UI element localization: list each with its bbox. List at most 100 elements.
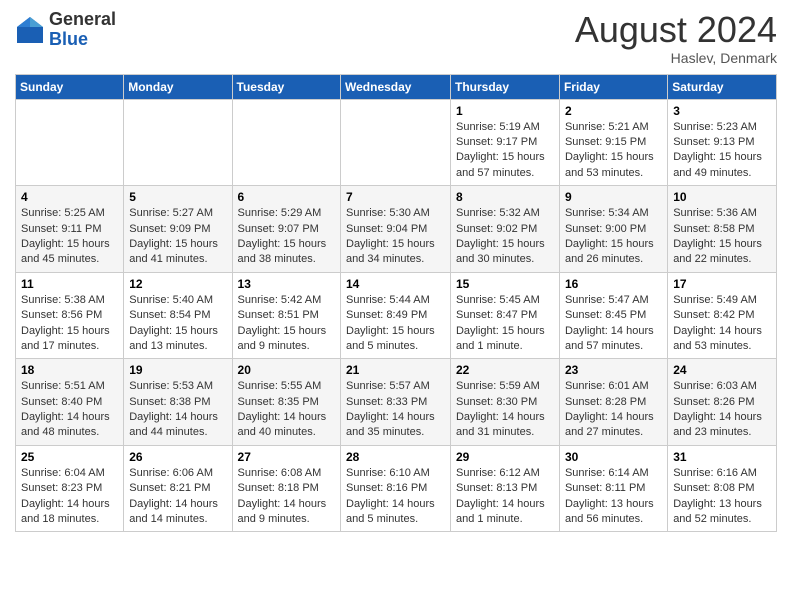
day-number: 27 [238, 450, 335, 464]
weekday-header-monday: Monday [124, 74, 232, 99]
day-info: Sunrise: 5:25 AM Sunset: 9:11 PM Dayligh… [21, 206, 118, 268]
day-info: Sunrise: 6:10 AM Sunset: 8:16 PM Dayligh… [346, 466, 445, 528]
day-number: 17 [673, 277, 771, 291]
weekday-header-sunday: Sunday [16, 74, 124, 99]
day-number: 4 [21, 190, 118, 204]
day-cell: 7Sunrise: 5:30 AM Sunset: 9:04 PM Daylig… [341, 186, 451, 273]
day-number: 9 [565, 190, 662, 204]
day-info: Sunrise: 5:53 AM Sunset: 8:38 PM Dayligh… [129, 379, 226, 441]
day-number: 19 [129, 363, 226, 377]
weekday-header-friday: Friday [559, 74, 667, 99]
logo: General Blue [15, 10, 116, 50]
week-row-4: 18 Sunrise: 5:51 AM Sunset: 8:40 PM Dayli… [16, 359, 777, 446]
day-info: Sunrise: 5:40 AM Sunset: 8:54 PM Dayligh… [129, 293, 226, 355]
day-cell: 8 Sunrise: 5:32 AM Sunset: 9:02 PM Daylig… [450, 186, 559, 273]
day-info: Sunrise: 5:30 AM Sunset: 9:04 PM Dayligh… [346, 206, 445, 268]
day-info: Sunrise: 5:36 AM Sunset: 8:58 PM Dayligh… [673, 206, 771, 268]
logo-general: General [49, 9, 116, 29]
day-cell: 9Sunrise: 5:34 AM Sunset: 9:00 PM Daylig… [559, 186, 667, 273]
weekday-header-tuesday: Tuesday [232, 74, 340, 99]
day-cell: 29Sunrise: 6:12 AM Sunset: 8:13 PM Dayli… [450, 445, 559, 532]
day-info: Sunrise: 5:55 AM Sunset: 8:35 PM Dayligh… [238, 379, 335, 441]
day-number: 31 [673, 450, 771, 464]
day-cell: 27 Sunrise: 6:08 AM Sunset: 8:18 PM Dayli… [232, 445, 340, 532]
day-number: 25 [21, 450, 118, 464]
location-subtitle: Haslev, Denmark [575, 50, 777, 66]
day-number: 15 [456, 277, 554, 291]
week-row-2: 4 Sunrise: 5:25 AM Sunset: 9:11 PM Daylig… [16, 186, 777, 273]
day-number: 11 [21, 277, 118, 291]
day-number: 10 [673, 190, 771, 204]
day-number: 13 [238, 277, 335, 291]
day-cell: 15 Sunrise: 5:45 AM Sunset: 8:47 PM Dayli… [450, 272, 559, 359]
day-cell: 31 Sunrise: 6:16 AM Sunset: 8:08 PM Dayli… [668, 445, 777, 532]
day-cell: 12Sunrise: 5:40 AM Sunset: 8:54 PM Dayli… [124, 272, 232, 359]
day-number: 14 [346, 277, 445, 291]
day-info: Sunrise: 5:57 AM Sunset: 8:33 PM Dayligh… [346, 379, 445, 441]
day-cell: 25 Sunrise: 6:04 AM Sunset: 8:23 PM Dayli… [16, 445, 124, 532]
month-title: August 2024 [575, 10, 777, 50]
day-info: Sunrise: 6:08 AM Sunset: 8:18 PM Dayligh… [238, 466, 335, 528]
day-cell: 2Sunrise: 5:21 AM Sunset: 9:15 PM Daylig… [559, 99, 667, 186]
day-number: 3 [673, 104, 771, 118]
logo-text: General Blue [49, 10, 116, 50]
day-number: 6 [238, 190, 335, 204]
day-cell: 16 Sunrise: 5:47 AM Sunset: 8:45 PM Dayli… [559, 272, 667, 359]
day-number: 21 [346, 363, 445, 377]
day-info: Sunrise: 5:19 AM Sunset: 9:17 PM Dayligh… [456, 120, 554, 182]
day-number: 30 [565, 450, 662, 464]
week-row-1: 1Sunrise: 5:19 AM Sunset: 9:17 PM Daylig… [16, 99, 777, 186]
day-number: 22 [456, 363, 554, 377]
day-number: 5 [129, 190, 226, 204]
day-cell: 1Sunrise: 5:19 AM Sunset: 9:17 PM Daylig… [450, 99, 559, 186]
day-cell: 22Sunrise: 5:59 AM Sunset: 8:30 PM Dayli… [450, 359, 559, 446]
day-number: 28 [346, 450, 445, 464]
logo-blue: Blue [49, 29, 88, 49]
day-info: Sunrise: 5:51 AM Sunset: 8:40 PM Dayligh… [21, 379, 118, 441]
day-cell: 30 Sunrise: 6:14 AM Sunset: 8:11 PM Dayli… [559, 445, 667, 532]
day-info: Sunrise: 6:01 AM Sunset: 8:28 PM Dayligh… [565, 379, 662, 441]
day-info: Sunrise: 6:06 AM Sunset: 8:21 PM Dayligh… [129, 466, 226, 528]
day-number: 16 [565, 277, 662, 291]
day-cell: 14 Sunrise: 5:44 AM Sunset: 8:49 PM Dayli… [341, 272, 451, 359]
weekday-header-thursday: Thursday [450, 74, 559, 99]
day-cell: 26 Sunrise: 6:06 AM Sunset: 8:21 PM Dayli… [124, 445, 232, 532]
day-info: Sunrise: 6:12 AM Sunset: 8:13 PM Dayligh… [456, 466, 554, 528]
day-cell: 28 Sunrise: 6:10 AM Sunset: 8:16 PM Dayli… [341, 445, 451, 532]
day-number: 24 [673, 363, 771, 377]
weekday-header-row: SundayMondayTuesdayWednesdayThursdayFrid… [16, 74, 777, 99]
title-block: August 2024 Haslev, Denmark [575, 10, 777, 66]
day-info: Sunrise: 5:32 AM Sunset: 9:02 PM Dayligh… [456, 206, 554, 268]
week-row-3: 11Sunrise: 5:38 AM Sunset: 8:56 PM Dayli… [16, 272, 777, 359]
day-number: 23 [565, 363, 662, 377]
page-header: General Blue August 2024 Haslev, Denmark [15, 10, 777, 66]
day-cell [232, 99, 340, 186]
weekday-header-wednesday: Wednesday [341, 74, 451, 99]
day-cell: 6Sunrise: 5:29 AM Sunset: 9:07 PM Daylig… [232, 186, 340, 273]
day-info: Sunrise: 6:04 AM Sunset: 8:23 PM Dayligh… [21, 466, 118, 528]
weekday-header-saturday: Saturday [668, 74, 777, 99]
day-cell: 3Sunrise: 5:23 AM Sunset: 9:13 PM Daylig… [668, 99, 777, 186]
day-number: 26 [129, 450, 226, 464]
day-number: 18 [21, 363, 118, 377]
day-number: 20 [238, 363, 335, 377]
day-cell: 10 Sunrise: 5:36 AM Sunset: 8:58 PM Dayli… [668, 186, 777, 273]
day-info: Sunrise: 5:45 AM Sunset: 8:47 PM Dayligh… [456, 293, 554, 355]
day-info: Sunrise: 6:03 AM Sunset: 8:26 PM Dayligh… [673, 379, 771, 441]
day-cell: 5 Sunrise: 5:27 AM Sunset: 9:09 PM Daylig… [124, 186, 232, 273]
day-info: Sunrise: 5:42 AM Sunset: 8:51 PM Dayligh… [238, 293, 335, 355]
day-cell: 23 Sunrise: 6:01 AM Sunset: 8:28 PM Dayli… [559, 359, 667, 446]
day-number: 8 [456, 190, 554, 204]
day-info: Sunrise: 6:14 AM Sunset: 8:11 PM Dayligh… [565, 466, 662, 528]
day-cell: 13 Sunrise: 5:42 AM Sunset: 8:51 PM Dayli… [232, 272, 340, 359]
day-info: Sunrise: 6:16 AM Sunset: 8:08 PM Dayligh… [673, 466, 771, 528]
day-info: Sunrise: 5:47 AM Sunset: 8:45 PM Dayligh… [565, 293, 662, 355]
day-number: 2 [565, 104, 662, 118]
day-info: Sunrise: 5:49 AM Sunset: 8:42 PM Dayligh… [673, 293, 771, 355]
day-cell: 24 Sunrise: 6:03 AM Sunset: 8:26 PM Dayli… [668, 359, 777, 446]
day-info: Sunrise: 5:27 AM Sunset: 9:09 PM Dayligh… [129, 206, 226, 268]
day-cell: 18 Sunrise: 5:51 AM Sunset: 8:40 PM Dayli… [16, 359, 124, 446]
day-cell [16, 99, 124, 186]
logo-icon [15, 15, 45, 45]
day-info: Sunrise: 5:44 AM Sunset: 8:49 PM Dayligh… [346, 293, 445, 355]
